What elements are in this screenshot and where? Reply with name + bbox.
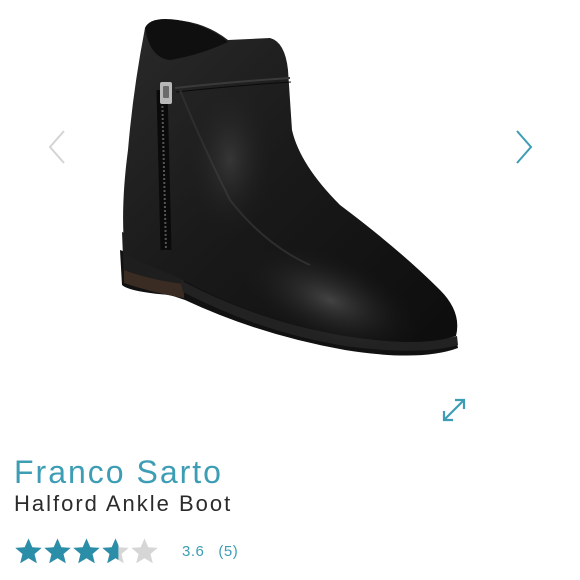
product-image-gallery[interactable] — [0, 0, 580, 445]
rating-value: 3.6 — [182, 542, 205, 560]
brand-name[interactable]: Franco Sarto — [14, 452, 223, 492]
product-image — [120, 19, 458, 356]
star-rating — [14, 537, 159, 566]
expand-image-button[interactable] — [440, 396, 468, 424]
previous-image-button[interactable] — [40, 127, 74, 167]
chevron-right-icon — [516, 130, 533, 164]
product-rating[interactable]: 3.6 (5) — [14, 535, 238, 567]
product-title: Halford Ankle Boot — [14, 491, 233, 516]
star-icon — [73, 538, 100, 563]
star-icon — [131, 538, 158, 563]
rating-summary: 3.6 (5) — [182, 543, 238, 560]
rating-count: (5) — [218, 542, 239, 560]
chevron-left-icon — [48, 130, 65, 164]
star-icon — [44, 538, 71, 563]
next-image-button[interactable] — [507, 127, 541, 167]
expand-icon — [442, 398, 466, 422]
star-icon — [102, 538, 129, 563]
star-icon — [15, 538, 42, 563]
